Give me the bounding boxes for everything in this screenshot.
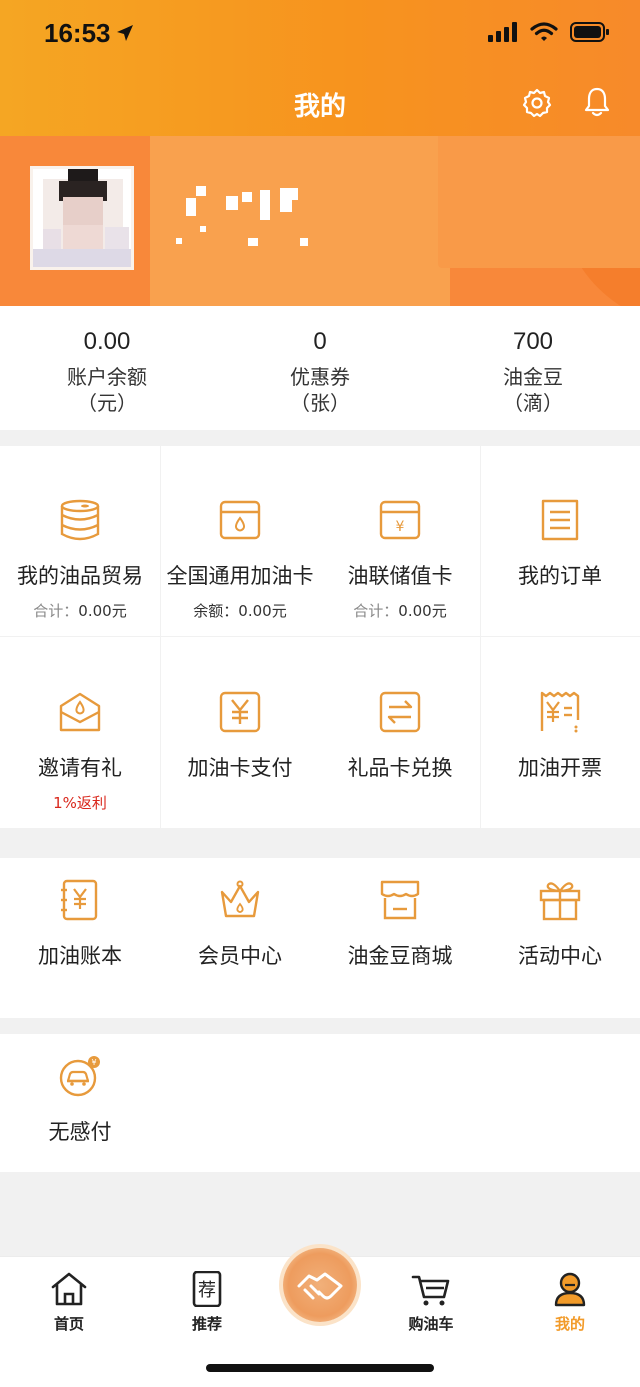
avatar[interactable] [30,166,134,270]
grid-item-member-center[interactable]: 会员中心 [160,878,320,970]
profile-icon [554,1272,586,1307]
grid-item-label: 油联储值卡 [347,564,453,588]
stat-label: 油金豆 [503,365,563,389]
recommend-icon: 荐 [192,1271,222,1307]
grid-item-label: 礼品卡兑换 [347,756,453,780]
sub-value: 0.00元 [398,602,447,620]
barrel-icon [60,499,100,541]
payment-grid: ¥ 无感付 [0,1034,640,1172]
yuan-card-icon: ¥ [379,500,421,540]
sub-value: 0.00元 [78,602,127,620]
grid-item-label: 邀请有礼 [38,756,122,780]
grid-item-label: 我的订单 [518,564,602,588]
grid-item-card-pay[interactable]: 加油卡支付 [160,690,320,782]
store-icon [380,880,420,920]
grid-item-my-orders[interactable]: 我的订单 [480,498,640,590]
stat-label: 优惠券 [290,365,350,389]
home-icon [51,1272,87,1306]
tab-home[interactable]: 首页 [29,1271,109,1334]
stat-label: 账户余额 [67,365,147,389]
sub-prefix: 合计： [33,602,79,620]
location-arrow-icon [117,25,133,41]
grid-item-label: 加油开票 [518,756,602,780]
stat-value: 0 [313,328,327,355]
cart-icon [411,1275,450,1306]
crown-icon [220,880,260,918]
fuel-card-icon [219,500,261,540]
yuan-pay-icon [219,691,261,733]
car-pay-icon: ¥ [59,1056,100,1097]
stat-value: 0.00 [83,328,131,355]
wifi-icon [530,22,558,41]
grid-item-invoice[interactable]: 加油开票 [480,690,640,782]
grid-item-label: 油金豆商城 [347,944,453,968]
status-time: 16:53 [44,18,111,48]
rebate-badge: 1%返利 [53,794,107,812]
grid-item-activity-center[interactable]: 活动中心 [480,878,640,970]
stat-unit: （元） [77,391,137,415]
services-grid: 我的油品贸易 合计：0.00元 全国通用加油卡 余额：0.00元 ¥ 油联储值卡… [0,446,640,828]
grid-item-label: 我的油品贸易 [17,564,143,588]
account-stats: 0.00 账户余额 （元） 0 优惠券 （张） 700 油金豆 （滴） [0,306,640,430]
grid-item-fuel-ledger[interactable]: 加油账本 [0,878,160,970]
header: 16:53 我的 [0,0,640,136]
stat-value: 700 [512,328,554,355]
tab-label: 购油车 [408,1315,454,1333]
tab-profile[interactable]: 我的 [530,1271,610,1334]
grid-item-bean-mall[interactable]: 油金豆商城 [320,878,480,970]
stat-unit: （张） [290,391,350,415]
grid-item-label: 无感付 [48,1120,112,1144]
grid-item-label: 活动中心 [518,944,602,968]
grid-item-invite[interactable]: 邀请有礼 1%返利 [0,690,160,813]
sub-prefix: 余额： [193,602,239,620]
grid-item-label: 全国通用加油卡 [166,564,314,588]
sub-prefix: 合计： [353,602,399,620]
handshake-icon [297,1272,343,1300]
grid-item-label: 加油账本 [38,944,122,968]
stat-coupons[interactable]: 0 优惠券 （张） [213,328,427,416]
username-masked [176,186,316,256]
grid-item-stored-value-card[interactable]: ¥ 油联储值卡 合计：0.00元 [320,498,480,621]
battery-icon [570,22,609,42]
envelope-gift-icon [59,692,101,732]
svg-text:荐: 荐 [198,1280,216,1301]
grid-item-label: 会员中心 [198,944,282,968]
order-list-icon [541,499,579,541]
grid-item-label: 加油卡支付 [187,756,293,780]
grid-item-gift-card-exchange[interactable]: 礼品卡兑换 [320,690,480,782]
tab-label: 我的 [554,1315,585,1333]
tab-recommend[interactable]: 荐 推荐 [167,1271,247,1334]
settings-gear-icon[interactable] [522,88,552,118]
ledger-icon [61,879,98,921]
notification-bell-icon[interactable] [582,86,612,118]
grid-item-fuel-card[interactable]: 全国通用加油卡 余额：0.00元 [160,498,320,621]
svg-text:¥: ¥ [396,519,405,535]
home-indicator [206,1364,434,1372]
profile-banner [0,136,640,306]
status-icons [488,22,610,42]
center-handshake-button[interactable] [283,1248,357,1322]
grid-item-oil-trade[interactable]: 我的油品贸易 合计：0.00元 [0,498,160,621]
svg-text:¥: ¥ [91,1058,96,1067]
tools-grid: 加油账本 会员中心 油金豆商城 活动中心 [0,858,640,1018]
exchange-icon [379,691,421,733]
stat-unit: （滴） [503,391,563,415]
stat-balance[interactable]: 0.00 账户余额 （元） [0,328,214,416]
banner-decoration-panel [438,136,640,268]
tab-label: 首页 [53,1315,84,1333]
invoice-icon [540,691,580,733]
tab-label: 推荐 [191,1315,222,1333]
grid-item-seamless-pay[interactable]: ¥ 无感付 [0,1054,160,1146]
signal-icon [488,22,517,42]
stat-oil-beans[interactable]: 700 油金豆 （滴） [426,328,640,416]
sub-value: 0.00元 [238,602,287,620]
tab-fuel-cart[interactable]: 购油车 [391,1271,471,1334]
gift-icon [539,882,581,921]
